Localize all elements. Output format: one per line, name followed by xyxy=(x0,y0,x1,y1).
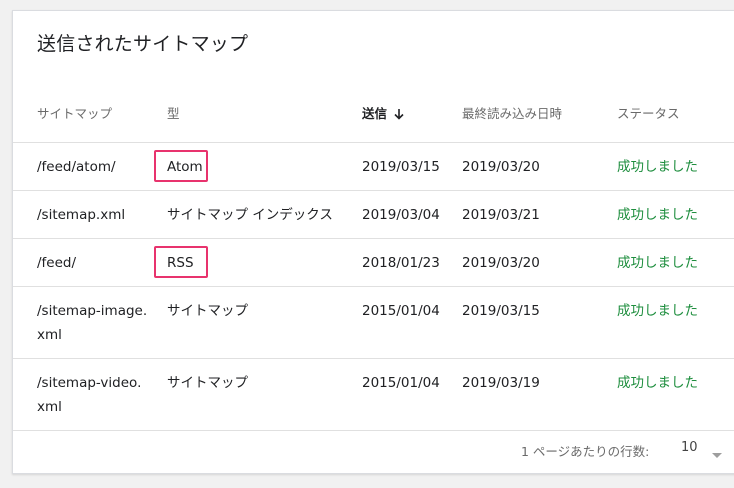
table-row[interactable]: /feed/atom/ Atom 2019/03/15 2019/03/20 成… xyxy=(13,143,734,191)
arrow-down-icon xyxy=(393,108,405,123)
highlight-box xyxy=(154,150,208,182)
cell-type: サイトマップ インデックス xyxy=(167,207,333,223)
status-badge: 成功しました xyxy=(617,207,698,223)
highlight-box xyxy=(154,246,208,278)
rows-per-page-label: 1 ページあたりの行数: xyxy=(521,444,650,459)
sitemaps-table: サイトマップ 型 送信 最終読み込み日時 ステータス /feed/atom/ A… xyxy=(13,79,734,431)
column-header-type[interactable]: 型 xyxy=(167,103,180,122)
column-header-submitted-label: 送信 xyxy=(362,106,388,121)
column-header-status[interactable]: ステータス xyxy=(617,103,680,122)
cell-submitted: 2015/01/04 xyxy=(362,375,440,391)
table-row[interactable]: /sitemap.xml サイトマップ インデックス 2019/03/04 20… xyxy=(13,191,734,239)
cell-last-read: 2019/03/20 xyxy=(462,159,540,175)
status-badge: 成功しました xyxy=(617,303,698,319)
table-row[interactable]: /feed/ RSS 2018/01/23 2019/03/20 成功しました xyxy=(13,239,734,287)
rows-per-page-select[interactable]: 10 xyxy=(681,440,698,455)
cell-submitted: 2018/01/23 xyxy=(362,255,440,271)
column-header-sitemap[interactable]: サイトマップ xyxy=(37,103,112,122)
cell-submitted: 2019/03/15 xyxy=(362,159,440,175)
cell-submitted: 2015/01/04 xyxy=(362,303,440,319)
status-badge: 成功しました xyxy=(617,159,698,175)
caret-down-icon[interactable] xyxy=(711,445,723,464)
table-footer: 1 ページあたりの行数: 10 xyxy=(13,425,734,473)
sitemaps-card: 送信されたサイトマップ サイトマップ 型 送信 最終読み込み日時 ステータス /… xyxy=(12,10,734,474)
cell-sitemap: /sitemap-image.xml xyxy=(37,303,148,343)
cell-sitemap: /sitemap-video.xml xyxy=(37,375,142,415)
cell-last-read: 2019/03/20 xyxy=(462,255,540,271)
table-row[interactable]: /sitemap-image.xml サイトマップ 2015/01/04 201… xyxy=(13,287,734,359)
card-title: 送信されたサイトマップ xyxy=(37,33,249,55)
table-row[interactable]: /sitemap-video.xml サイトマップ 2015/01/04 201… xyxy=(13,359,734,431)
cell-type: サイトマップ xyxy=(167,375,248,391)
cell-sitemap: /feed/atom/ xyxy=(37,159,116,175)
cell-last-read: 2019/03/15 xyxy=(462,303,540,319)
cell-type: サイトマップ xyxy=(167,303,248,319)
table-header: サイトマップ 型 送信 最終読み込み日時 ステータス xyxy=(13,79,734,143)
column-header-last-read[interactable]: 最終読み込み日時 xyxy=(462,103,562,122)
cell-submitted: 2019/03/04 xyxy=(362,207,440,223)
cell-sitemap: /feed/ xyxy=(37,255,77,271)
cell-sitemap: /sitemap.xml xyxy=(37,207,126,223)
column-header-submitted[interactable]: 送信 xyxy=(362,103,405,123)
cell-last-read: 2019/03/19 xyxy=(462,375,540,391)
status-badge: 成功しました xyxy=(617,255,698,271)
status-badge: 成功しました xyxy=(617,375,698,391)
cell-last-read: 2019/03/21 xyxy=(462,207,540,223)
